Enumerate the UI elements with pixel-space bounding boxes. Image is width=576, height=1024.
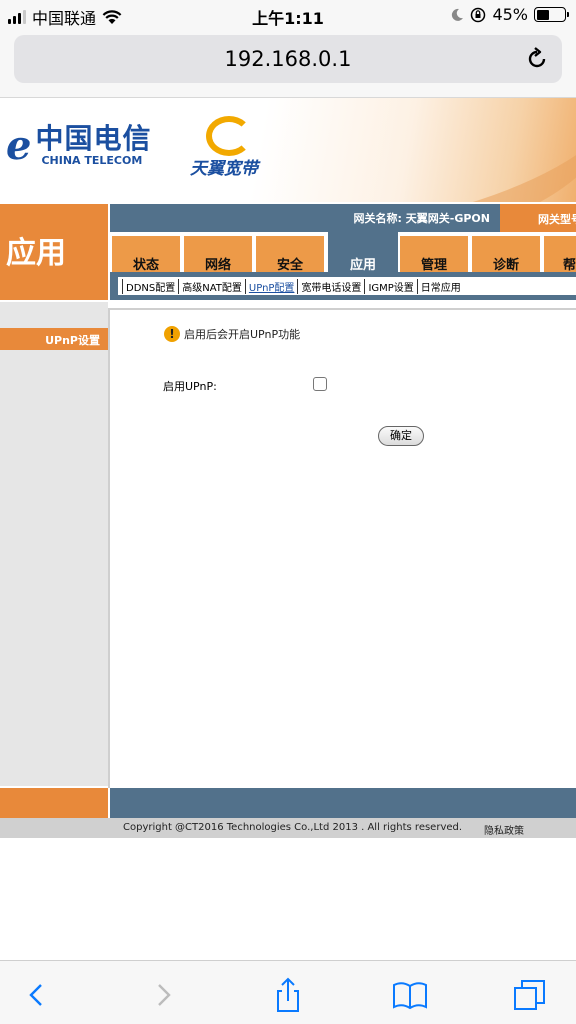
sidebar xyxy=(0,302,108,786)
tab-application[interactable]: 应用 xyxy=(326,232,398,273)
footer-bar xyxy=(110,788,576,818)
browser-toolbar xyxy=(0,960,576,1024)
tab-network[interactable]: 网络 xyxy=(182,236,252,273)
confirm-button[interactable]: 确定 xyxy=(378,426,424,446)
gateway-name: 网关名称: 天翼网关-GPON xyxy=(353,212,490,225)
tianyi-swirl-icon xyxy=(206,116,252,156)
reload-icon[interactable] xyxy=(524,46,550,72)
china-telecom-logo: ℯ 中国电信 CHINA TELECOM xyxy=(6,122,152,169)
banner: ℯ 中国电信 CHINA TELECOM 天翼宽带 xyxy=(0,98,576,202)
tab-status[interactable]: 状态 xyxy=(110,236,180,273)
address-bar[interactable]: 192.168.0.1 xyxy=(14,35,562,83)
warning-text: 启用后会开启UPnP功能 xyxy=(184,328,301,341)
logo-text-en: CHINA TELECOM xyxy=(41,154,143,167)
share-icon[interactable] xyxy=(268,975,308,1015)
subnav-ddns[interactable]: DDNS配置 xyxy=(122,278,178,294)
sub-nav-bar: DDNS配置 高级NAT配置 UPnP配置 宽带电话设置 IGMP设置 日常应用 xyxy=(110,272,576,300)
orientation-lock-icon xyxy=(471,7,486,22)
tab-management[interactable]: 管理 xyxy=(398,236,468,273)
enable-upnp-label: 启用UPnP: xyxy=(163,380,217,393)
warning-icon: ! xyxy=(164,326,180,342)
battery-percent: 45% xyxy=(492,5,528,24)
url-text: 192.168.0.1 xyxy=(224,47,352,71)
china-telecom-symbol-icon: ℯ xyxy=(6,122,32,169)
status-right: 45% xyxy=(450,5,569,24)
tab-help[interactable]: 帮 xyxy=(542,236,576,273)
tab-security[interactable]: 安全 xyxy=(254,236,324,273)
forward-icon[interactable] xyxy=(144,975,184,1015)
sub-nav: DDNS配置 高级NAT配置 UPnP配置 宽带电话设置 IGMP设置 日常应用 xyxy=(118,277,576,295)
logo-text-cn: 中国电信 xyxy=(35,122,152,155)
back-icon[interactable] xyxy=(16,975,56,1015)
browser-chrome: 192.168.0.1 xyxy=(0,30,576,98)
privacy-link[interactable]: 隐私政策 xyxy=(484,822,524,837)
section-title: 应用 xyxy=(6,236,66,271)
moon-icon xyxy=(452,8,464,21)
warning-message: ! 启用后会开启UPnP功能 xyxy=(164,326,300,342)
sidebar-item-upnp[interactable]: UPnP设置 xyxy=(0,328,108,350)
subnav-advanced-nat[interactable]: 高级NAT配置 xyxy=(178,278,245,294)
subnav-daily-apps[interactable]: 日常应用 xyxy=(416,278,464,294)
subnav-igmp[interactable]: IGMP设置 xyxy=(364,278,416,294)
gateway-bar: 网关名称: 天翼网关-GPON 网关型号 xyxy=(110,204,576,232)
main-content: ! 启用后会开启UPnP功能 启用UPnP: 确定 xyxy=(108,308,576,788)
footer: Copyright @CT2016 Technologies Co.,Ltd 2… xyxy=(0,818,576,838)
footer-left xyxy=(0,788,108,818)
subnav-upnp[interactable]: UPnP配置 xyxy=(244,278,298,294)
web-page: ℯ 中国电信 CHINA TELECOM 天翼宽带 应用 网关名称: 天翼网关-… xyxy=(0,98,576,960)
tabs-icon[interactable] xyxy=(510,975,550,1015)
enable-upnp-checkbox[interactable] xyxy=(313,377,327,391)
subnav-voip[interactable]: 宽带电话设置 xyxy=(297,278,364,294)
main-tabs: 状态 网络 安全 应用 管理 诊断 帮 xyxy=(110,232,576,273)
gateway-model: 网关型号 xyxy=(500,204,576,232)
bookmarks-icon[interactable] xyxy=(390,975,430,1015)
tab-diagnosis[interactable]: 诊断 xyxy=(470,236,540,273)
copyright-text: Copyright @CT2016 Technologies Co.,Ltd 2… xyxy=(123,822,463,833)
tianyi-text: 天翼宽带 xyxy=(190,159,258,179)
battery-icon xyxy=(534,7,569,22)
tianyi-logo: 天翼宽带 xyxy=(190,116,270,179)
status-bar: 中国联通 上午1:11 45% xyxy=(0,0,576,30)
